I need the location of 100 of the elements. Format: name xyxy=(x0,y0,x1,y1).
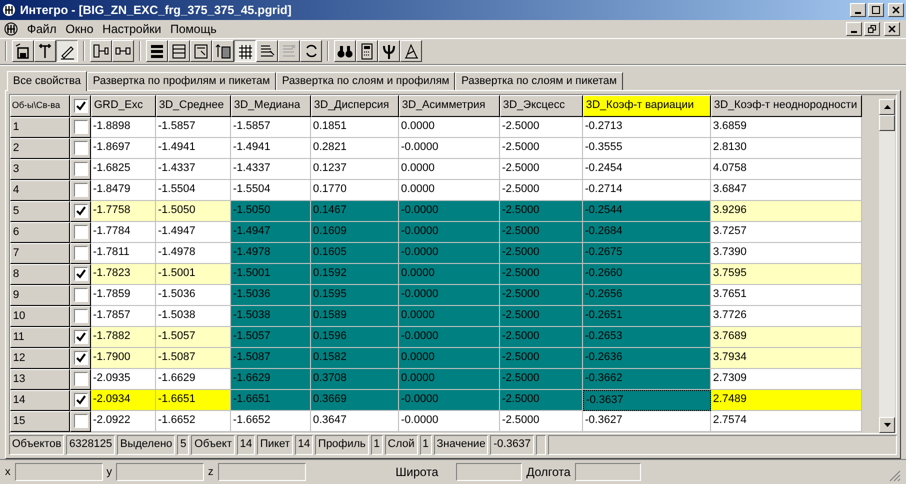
checkbox[interactable] xyxy=(74,393,88,408)
column-header[interactable]: GRD_Exc xyxy=(91,94,156,117)
checkbox[interactable] xyxy=(74,309,88,324)
table-cell: -1.6651 xyxy=(156,390,231,411)
row-header[interactable]: 11 xyxy=(10,326,70,348)
checkbox[interactable] xyxy=(74,162,88,176)
menu-item[interactable]: Настройки xyxy=(102,20,162,38)
checkbox[interactable] xyxy=(74,330,88,344)
table-cell: 2.8130 xyxy=(711,138,862,159)
row-header[interactable]: 7 xyxy=(10,242,70,264)
checkbox[interactable] xyxy=(74,141,88,156)
column-header[interactable]: 3D_Коэф-т неоднородности xyxy=(711,94,862,117)
table-cell: -1.7857 xyxy=(91,306,156,327)
column-header[interactable]: 3D_Медиана xyxy=(231,94,311,117)
table-cell: -0.3627 xyxy=(583,410,711,432)
menu-item[interactable]: Файл xyxy=(27,20,57,38)
scrollbar-track[interactable] xyxy=(879,98,895,433)
longitude-field[interactable] xyxy=(574,462,641,481)
row-header[interactable]: 6 xyxy=(10,222,70,243)
checkbox[interactable] xyxy=(74,372,88,386)
toolbar-button[interactable] xyxy=(56,40,78,62)
toolbar-button[interactable] xyxy=(234,40,256,62)
maximize-button[interactable] xyxy=(868,2,884,17)
checkbox[interactable] xyxy=(74,414,88,428)
row-header[interactable]: 4 xyxy=(10,180,70,201)
table-cell: -1.5504 xyxy=(231,180,311,201)
checkbox[interactable] xyxy=(74,288,88,302)
table-cell: 0.1851 xyxy=(311,116,399,138)
column-header[interactable]: 3D_Дисперсия xyxy=(311,94,399,117)
table-cell: -1.5087 xyxy=(156,348,231,369)
table-cell: 0.1605 xyxy=(311,242,399,264)
column-header[interactable]: 3D_Асимметрия xyxy=(399,94,500,117)
table-cell: -1.5857 xyxy=(156,116,231,138)
save-icon xyxy=(14,42,32,60)
menu-item[interactable]: Окно xyxy=(66,20,94,38)
table-cell: -1.5050 xyxy=(231,200,311,222)
table-cell: 0.1582 xyxy=(311,348,399,369)
coord-field[interactable] xyxy=(14,462,102,481)
coord-field[interactable] xyxy=(116,462,204,481)
status-label: Объектов xyxy=(9,434,64,455)
close-button[interactable] xyxy=(888,2,904,17)
row-header[interactable]: 9 xyxy=(10,284,70,306)
coord-field[interactable] xyxy=(218,462,306,481)
minimize-button[interactable] xyxy=(850,2,866,17)
column-header[interactable]: 3D_Эксцесс xyxy=(500,94,583,117)
tab[interactable]: Развертка по слоям и пикетам xyxy=(455,72,623,90)
table-cell: -1.6825 xyxy=(91,158,156,180)
scroll-up-button[interactable] xyxy=(879,98,895,115)
minimize-button[interactable] xyxy=(846,22,862,36)
column-header[interactable]: 3D_Коэф-т вариации xyxy=(583,94,711,117)
latitude-field[interactable] xyxy=(456,462,522,481)
checkbox[interactable] xyxy=(74,267,88,282)
tab[interactable]: Развертка по профилям и пикетам xyxy=(86,72,276,90)
row-header[interactable]: 14 xyxy=(10,390,70,411)
row-header[interactable]: 3 xyxy=(10,158,70,180)
status-label: Выделено xyxy=(117,434,176,455)
longitude-label: Долгота xyxy=(526,464,571,481)
column-header[interactable]: 3D_Среднее xyxy=(156,94,231,117)
table-cell: -1.4337 xyxy=(156,158,231,180)
restore-button[interactable] xyxy=(864,22,880,36)
table-cell: -2.5000 xyxy=(500,284,583,306)
table-cell: 3.7689 xyxy=(711,326,862,348)
window-title: Интегро - [BIG_ZN_EXC_frg_375_375_45.pgrid] xyxy=(20,2,292,19)
table-cell: -2.0922 xyxy=(91,410,156,432)
rows-icon xyxy=(170,42,188,60)
row-header[interactable]: 13 xyxy=(10,368,70,390)
checkbox[interactable] xyxy=(74,246,88,260)
checkbox[interactable] xyxy=(74,98,88,113)
checkbox[interactable] xyxy=(74,204,88,218)
menu-item[interactable]: Помощь xyxy=(170,20,217,38)
close-button[interactable] xyxy=(884,22,900,36)
table-cell: -0.3555 xyxy=(583,138,711,159)
table-cell: -0.0000 xyxy=(399,200,500,222)
scroll-down-button[interactable] xyxy=(879,416,895,433)
close-icon xyxy=(892,6,900,14)
tab[interactable]: Все свойства xyxy=(7,70,87,91)
row-header[interactable]: 2 xyxy=(10,138,70,159)
table-cell: 3.7726 xyxy=(711,306,862,327)
scrollbar-thumb[interactable] xyxy=(879,114,895,131)
table-cell: 0.1467 xyxy=(311,200,399,222)
table-cell: -1.5036 xyxy=(231,284,311,306)
table-cell: -1.7758 xyxy=(91,200,156,222)
table-cell: -1.4941 xyxy=(156,138,231,159)
checkbox[interactable] xyxy=(74,225,88,240)
scroll-down-icon xyxy=(884,422,890,427)
row-header[interactable]: 5 xyxy=(10,200,70,222)
row-header[interactable]: 8 xyxy=(10,264,70,285)
table-cell: -1.4941 xyxy=(231,138,311,159)
checkbox[interactable] xyxy=(74,351,88,366)
row-header[interactable]: 15 xyxy=(10,410,70,432)
table-cell: 3.7390 xyxy=(711,242,862,264)
row-header[interactable]: 1 xyxy=(10,116,70,138)
status-label: Слой xyxy=(384,434,418,455)
row-header[interactable]: 10 xyxy=(10,306,70,327)
row-header[interactable]: 12 xyxy=(10,348,70,369)
checkbox[interactable] xyxy=(74,120,88,134)
resize-grip-icon xyxy=(889,470,901,482)
table-cell: -1.4978 xyxy=(156,242,231,264)
checkbox[interactable] xyxy=(74,183,88,198)
tab[interactable]: Развертка по слоям и профилям xyxy=(276,72,456,90)
